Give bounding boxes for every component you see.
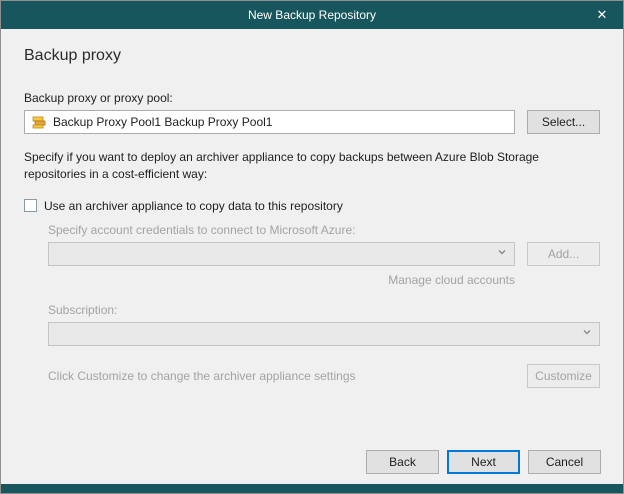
dialog-body: Backup proxy Backup proxy or proxy pool:… <box>1 29 623 450</box>
customize-button[interactable]: Customize <box>527 364 600 388</box>
window-title: New Backup Repository <box>248 8 376 22</box>
cancel-button[interactable]: Cancel <box>528 450 601 474</box>
subscription-dropdown[interactable] <box>48 322 600 346</box>
bottom-accent-strip <box>1 484 623 493</box>
next-button[interactable]: Next <box>447 450 520 474</box>
customize-row: Click Customize to change the archiver a… <box>48 364 600 388</box>
proxy-label: Backup proxy or proxy pool: <box>24 91 600 105</box>
chevron-down-icon <box>581 326 593 341</box>
chevron-down-icon <box>496 246 508 261</box>
page-title: Backup proxy <box>24 47 600 65</box>
back-button[interactable]: Back <box>366 450 439 474</box>
titlebar: New Backup Repository ✕ <box>1 1 623 29</box>
customize-hint: Click Customize to change the archiver a… <box>48 369 356 383</box>
archiver-checkbox-row: Use an archiver appliance to copy data t… <box>24 199 600 213</box>
archiver-checkbox-label: Use an archiver appliance to copy data t… <box>44 199 343 213</box>
select-button[interactable]: Select... <box>527 110 600 134</box>
archiver-settings-group: Specify account credentials to connect t… <box>48 223 600 388</box>
close-icon: ✕ <box>597 7 608 23</box>
subscription-label: Subscription: <box>48 303 600 317</box>
proxy-input[interactable]: Backup Proxy Pool1 Backup Proxy Pool1 <box>24 110 515 134</box>
credentials-label: Specify account credentials to connect t… <box>48 223 600 237</box>
close-button[interactable]: ✕ <box>581 1 623 29</box>
footer-buttons: Back Next Cancel <box>1 450 623 484</box>
credentials-row: Add... <box>48 242 600 266</box>
proxy-row: Backup Proxy Pool1 Backup Proxy Pool1 Se… <box>24 110 600 134</box>
credentials-dropdown[interactable] <box>48 242 515 266</box>
proxy-value: Backup Proxy Pool1 Backup Proxy Pool1 <box>53 115 272 129</box>
new-backup-repository-dialog: New Backup Repository ✕ Backup proxy Bac… <box>0 0 624 494</box>
add-button[interactable]: Add... <box>527 242 600 266</box>
archiver-checkbox[interactable] <box>24 199 37 212</box>
proxy-pool-icon <box>31 114 47 130</box>
archiver-description: Specify if you want to deploy an archive… <box>24 149 600 184</box>
manage-cloud-accounts-link[interactable]: Manage cloud accounts <box>48 273 515 287</box>
